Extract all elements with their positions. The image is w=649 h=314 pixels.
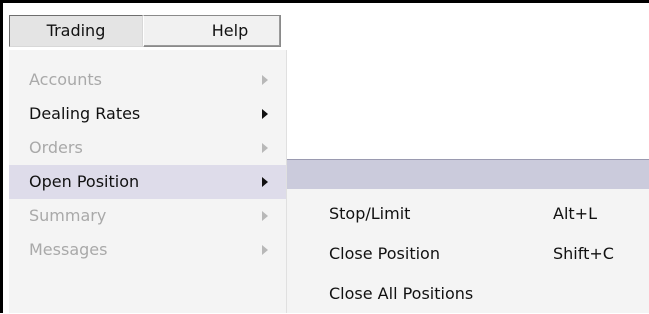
trading-dropdown: Accounts Dealing Rates Orders Open Posit…	[9, 50, 287, 313]
submenu-header-bar	[287, 159, 649, 189]
menu-item-orders[interactable]: Orders	[9, 131, 286, 165]
menu-trading[interactable]: Trading	[9, 15, 143, 47]
shortcut-label: Alt+L	[553, 204, 597, 223]
menu-item-label: Accounts	[29, 70, 102, 89]
menu-item-messages[interactable]: Messages	[9, 233, 286, 267]
menu-item-open-position[interactable]: Open Position	[9, 165, 286, 199]
submenu-arrow-icon	[262, 177, 268, 187]
menu-item-label: Dealing Rates	[29, 104, 141, 123]
submenu-item-label: Close Position	[329, 244, 440, 263]
menu-item-summary[interactable]: Summary	[9, 199, 286, 233]
submenu-arrow-icon	[262, 211, 268, 221]
menu-item-accounts[interactable]: Accounts	[9, 63, 286, 97]
open-position-submenu: Stop/Limit Alt+L Close Position Shift+C …	[287, 159, 649, 313]
menu-bar: Trading Help	[9, 15, 281, 49]
shortcut-label: Shift+C	[553, 244, 614, 263]
menu-item-label: Open Position	[29, 172, 140, 191]
submenu-arrow-icon	[262, 245, 268, 255]
submenu-item-close-all-positions[interactable]: Close All Positions	[287, 274, 649, 314]
submenu-item-label: Close All Positions	[329, 284, 474, 303]
menu-item-dealing-rates[interactable]: Dealing Rates	[9, 97, 286, 131]
submenu-item-stop-limit[interactable]: Stop/Limit Alt+L	[287, 194, 649, 234]
menu-help[interactable]: Help	[143, 15, 281, 47]
menu-trading-label: Trading	[46, 21, 106, 40]
submenu-arrow-icon	[262, 109, 268, 119]
submenu-item-label: Stop/Limit	[329, 204, 411, 223]
menu-help-label: Help	[211, 21, 249, 40]
submenu-arrow-icon	[262, 143, 268, 153]
submenu-item-close-position[interactable]: Close Position Shift+C	[287, 234, 649, 274]
menu-item-label: Orders	[29, 138, 83, 157]
menu-item-label: Summary	[29, 206, 107, 225]
submenu-arrow-icon	[262, 75, 268, 85]
menu-item-label: Messages	[29, 240, 108, 259]
